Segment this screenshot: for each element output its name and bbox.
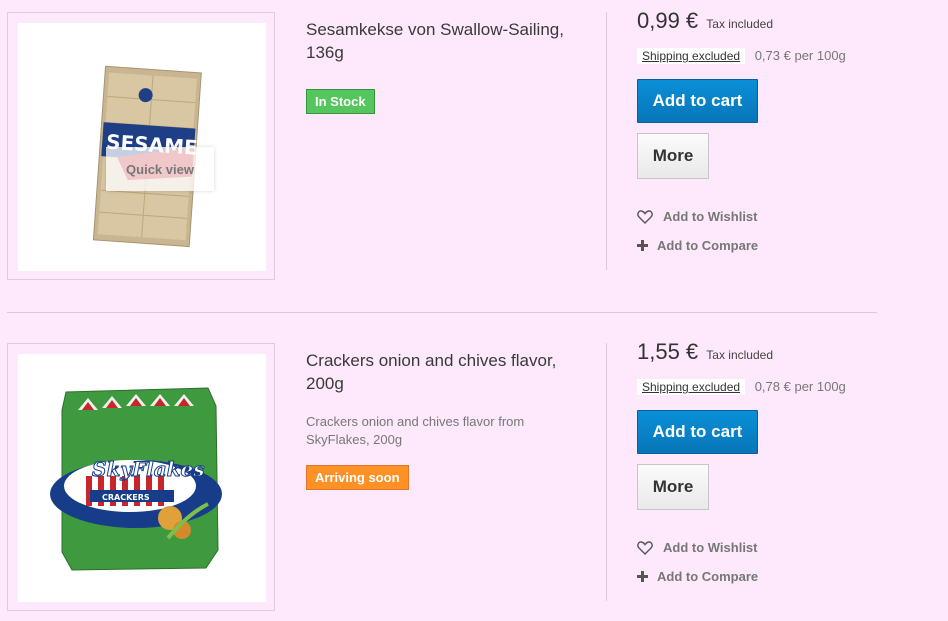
add-to-wishlist-link[interactable]: Add to Wishlist: [637, 209, 758, 224]
skyflakes-crackers-image: CRACKERS SkyFlakes: [50, 387, 222, 571]
package-subtext: CRACKERS: [102, 493, 150, 502]
product-image[interactable]: SESAME Quick view: [18, 23, 266, 271]
product-image-frame[interactable]: CRACKERS SkyFlakes: [7, 343, 275, 611]
compare-label: Add to Compare: [657, 569, 759, 584]
product-image-frame[interactable]: SESAME Quick view: [7, 12, 275, 280]
product-divider: [7, 312, 877, 313]
product-name-link[interactable]: Sesamkekse von Swallow-Sailing, 136g: [306, 18, 586, 64]
add-to-compare-link[interactable]: Add to Compare: [637, 238, 758, 253]
plus-icon: [637, 240, 651, 251]
price-block: 1,55 € Tax included: [637, 339, 773, 365]
product-price: 1,55 €: [637, 339, 699, 364]
add-to-compare-link[interactable]: Add to Compare: [637, 569, 758, 584]
product-item: SESAME Quick view Sesamkekse von Swallow…: [0, 0, 948, 290]
product-price: 0,99 €: [637, 8, 699, 33]
product-description: Crackers onion and chives flavor from Sk…: [306, 414, 525, 447]
wishlist-label: Add to Wishlist: [663, 209, 758, 224]
availability-badge: Arriving soon: [306, 465, 409, 490]
package-brand-text: SkyFlakes: [92, 457, 205, 481]
availability-badge: In Stock: [306, 89, 375, 114]
unit-price: 0,73 € per 100g: [754, 48, 846, 63]
column-divider: [606, 12, 607, 270]
quick-view-button[interactable]: Quick view: [106, 147, 214, 191]
add-to-cart-button[interactable]: Add to cart: [637, 410, 758, 454]
wishlist-label: Add to Wishlist: [663, 540, 758, 555]
add-to-wishlist-link[interactable]: Add to Wishlist: [637, 540, 758, 555]
shipping-excluded-link[interactable]: Shipping excluded: [637, 379, 746, 395]
compare-label: Add to Compare: [657, 238, 759, 253]
more-button[interactable]: More: [637, 464, 709, 510]
column-divider: [606, 343, 607, 601]
heart-icon: [637, 209, 657, 224]
shipping-excluded-link[interactable]: Shipping excluded: [637, 48, 746, 64]
product-name-link[interactable]: Crackers onion and chives flavor, 200g: [306, 349, 586, 395]
tax-note: Tax included: [706, 17, 774, 31]
price-block: 0,99 € Tax included: [637, 8, 773, 34]
product-image[interactable]: CRACKERS SkyFlakes: [18, 354, 266, 602]
shipping-row: Shipping excluded 0,73 € per 100g: [637, 48, 846, 64]
more-button[interactable]: More: [637, 133, 709, 179]
shipping-row: Shipping excluded 0,78 € per 100g: [637, 379, 846, 395]
plus-icon: [637, 571, 651, 582]
add-to-cart-button[interactable]: Add to cart: [637, 79, 758, 123]
tax-note: Tax included: [706, 348, 774, 362]
unit-price: 0,78 € per 100g: [754, 379, 846, 394]
product-item: CRACKERS SkyFlakes Crackers onion and ch…: [0, 331, 948, 621]
heart-icon: [637, 540, 657, 555]
